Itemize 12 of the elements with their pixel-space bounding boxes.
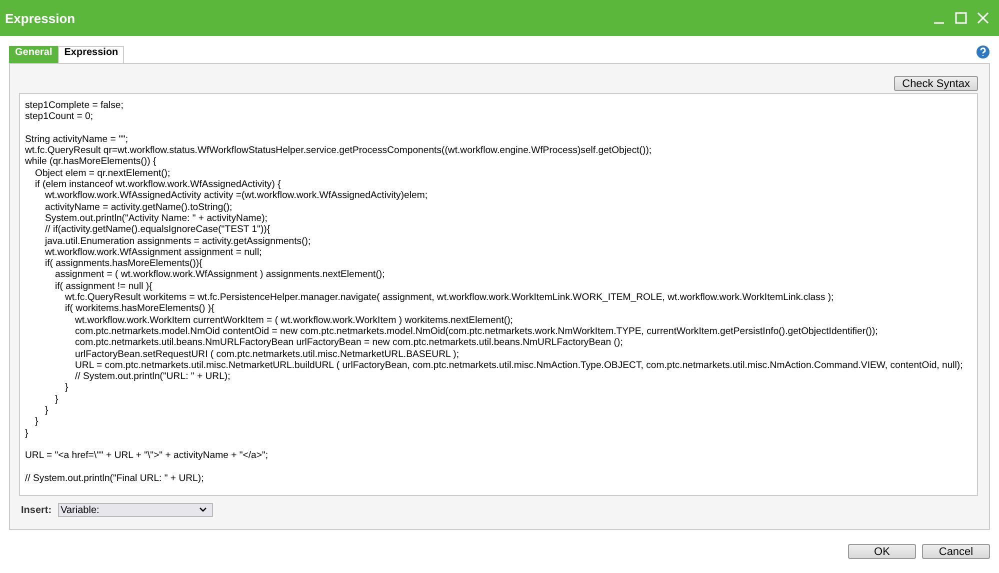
window-title: Expression: [5, 10, 76, 26]
help-icon[interactable]: [976, 45, 990, 59]
caret-icon: [198, 506, 208, 514]
maximize-icon[interactable]: [953, 10, 969, 26]
cancel-button[interactable]: Cancel: [922, 544, 990, 559]
ok-button[interactable]: OK: [848, 544, 916, 559]
check-syntax-button[interactable]: Check Syntax: [894, 76, 978, 91]
tab[interactable]: Expression: [58, 46, 124, 63]
close-icon[interactable]: [975, 10, 991, 26]
code-editor[interactable]: step1Complete = false; step1Count = 0; String activityName = ""; wt.fc.QueryResult qr=wt.workflow.status.WfWorkflowStatusHelper.service.getProcessComponents((wt.workflow.engine.WfProcess)self.getObject()); while (qr.hasMoreElements()) { Object elem = qr.nextElement(); if (elem instanceof wt.workflow.work.WfAssignedActivity) { wt.workflow.work.WfAssignedActivity activity =(wt.workflow.work.WfAssignedActivity)elem; activityName = activity.getName().toString(); System.out.println("Activity Name: " + activityName); // if(activity.getName().equalsIgnoreCase("TEST 1")){ java.util.Enumeration assignments = activity.getAssignments(); wt.workflow.work.WfAssignment assignment = null; if( assignments.hasMoreElements()){ assignment = ( wt.workflow.work.WfAssignment ) assignments.nextElement(); if( assignment != null ){ wt.fc.QueryResult workitems = wt.fc.PersistenceHelper.manager.navigate( assignment, wt.workflow.work.WorkItemLink.WORK_ITEM_ROLE, wt.workflow.work.WorkItemLink.class ); if( workitems.hasMoreElements() ){ wt.workflow.work.WorkItem currentWorkItem = ( wt.workflow.work.WorkItem ) workitems.nextElement(); com.ptc.netmarkets.model.NmOid contentOid = new com.ptc.netmarkets.model.NmOid(com.ptc.netmarkets.work.NmWorkItem.TYPE, currentWorkItem.getPersistInfo().getObjectIdentifier()); com.ptc.netmarkets.util.beans.NmURLFactoryBean urlFactoryBean = new com.ptc.netmarkets.util.beans.NmURLFactoryBean (); urlFactoryBean.setRequestURI ( com.ptc.netmarkets.util.misc.NetmarketURL.BASEURL ); URL = com.ptc.netmarkets.util.misc.NetmarketURL.buildURL ( urlFactoryBean, com.ptc.netmarkets.util.misc.NmAction.Type.OBJECT, com.ptc.netmarkets.util.misc.NmAction.Command.VIEW, contentOid, null); // System.out.println("URL: " + URL); } } } } } URL = "<a href=\"" + URL + "\">" + activityName + "</a>"; // System.out.println("Final URL: " + URL);: [19, 93, 978, 496]
insert-dropdown[interactable]: Variable:: [58, 503, 213, 517]
insert-label: Insert:: [21, 504, 52, 516]
